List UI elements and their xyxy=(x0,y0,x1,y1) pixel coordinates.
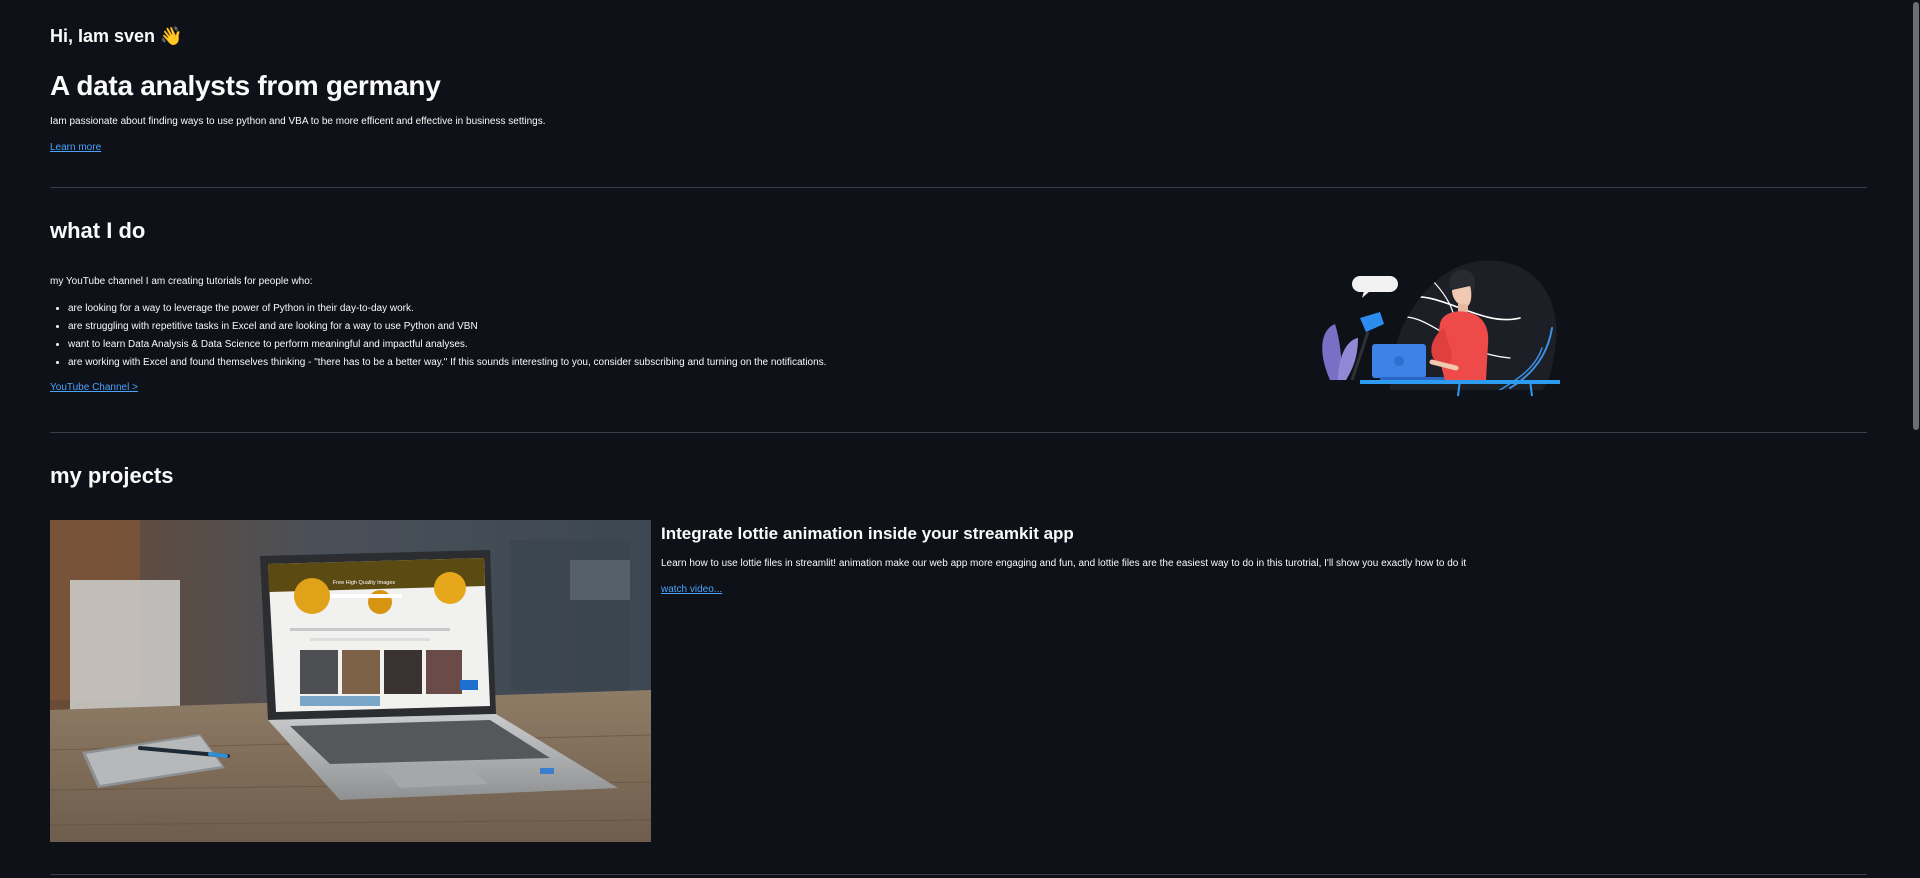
screen-heading: Free High Quality Images xyxy=(333,580,396,586)
what-i-do-heading: what I do xyxy=(50,218,146,243)
my-projects-heading: my projects xyxy=(50,463,174,488)
section-divider xyxy=(50,874,1867,875)
learn-more-link[interactable]: Learn more xyxy=(50,142,101,153)
watch-video-link[interactable]: watch video... xyxy=(661,584,722,595)
section-divider xyxy=(50,187,1867,188)
what-i-do-list: are looking for a way to leverage the po… xyxy=(50,300,826,372)
list-item: are working with Excel and found themsel… xyxy=(68,354,826,372)
list-item: want to learn Data Analysis & Data Scien… xyxy=(68,336,826,354)
what-i-do-intro: my YouTube channel I am creating tutoria… xyxy=(50,276,313,287)
project-description: Learn how to use lottie files in streaml… xyxy=(661,558,1467,569)
intro-text: Iam passionate about finding ways to use… xyxy=(50,116,546,127)
section-divider xyxy=(50,432,1867,433)
vertical-scrollbar[interactable] xyxy=(1912,0,1920,878)
list-item: are looking for a way to leverage the po… xyxy=(68,300,826,318)
scrollbar-thumb[interactable] xyxy=(1913,2,1919,430)
project-title: Integrate lottie animation inside your s… xyxy=(661,524,1074,543)
project-thumbnail-laptop-image: Free High Quality Images xyxy=(50,520,651,842)
greeting: Hi, Iam sven 👋 xyxy=(50,26,183,46)
streamlit-page: Hi, Iam sven 👋 A data analysts from germ… xyxy=(0,0,1920,878)
list-item: are struggling with repetitive tasks in … xyxy=(68,318,826,336)
coding-animation xyxy=(1322,260,1560,397)
headline: A data analysts from germany xyxy=(50,70,441,101)
youtube-channel-link[interactable]: YouTube Channel > xyxy=(50,382,138,393)
